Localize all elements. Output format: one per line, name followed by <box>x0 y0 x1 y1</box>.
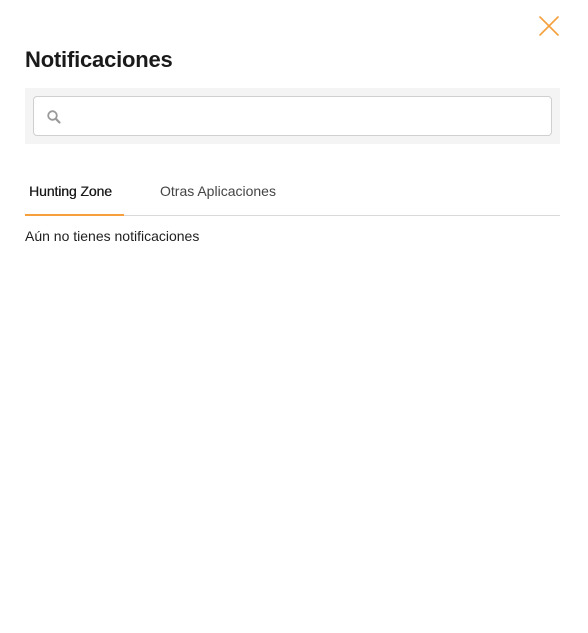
page-title: Notificaciones <box>25 47 173 72</box>
tab-bar: Hunting Zone Otras Aplicaciones <box>25 172 560 216</box>
close-button[interactable] <box>537 14 561 38</box>
search-input[interactable] <box>72 97 542 135</box>
search-box[interactable] <box>33 96 552 136</box>
tab-label: Otras Aplicaciones <box>160 183 276 199</box>
search-bar <box>25 88 560 144</box>
tab-hunting-zone[interactable]: Hunting Zone <box>25 172 124 216</box>
tab-otras-aplicaciones[interactable]: Otras Aplicaciones <box>160 172 276 216</box>
tab-label: Hunting Zone <box>29 183 112 199</box>
empty-state-message: Aún no tienes notificaciones <box>25 228 200 244</box>
search-icon <box>47 110 61 124</box>
notifications-panel: Notificaciones Hunting Zone Otras Aplica… <box>0 0 588 633</box>
close-icon <box>539 16 559 36</box>
